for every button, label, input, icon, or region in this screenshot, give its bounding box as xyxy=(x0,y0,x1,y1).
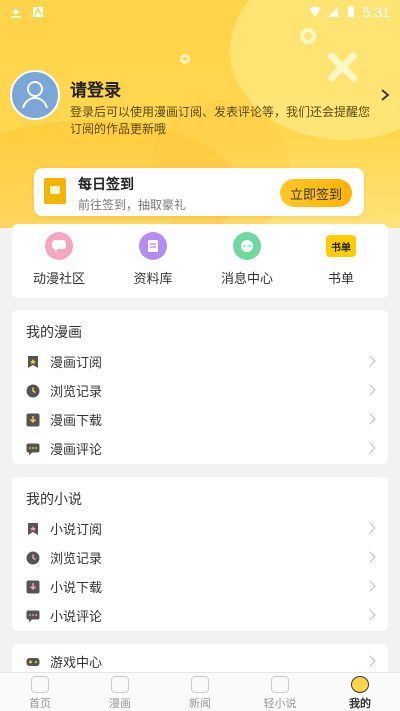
list-item-label: 小说订阅 xyxy=(50,523,103,538)
tab-label: 漫画 xyxy=(109,697,131,710)
library-icon xyxy=(139,232,167,260)
login-prompt[interactable]: 请登录 登录后可以使用漫画订阅、发表评论等，我们还会提醒您订阅的作品更新哦 xyxy=(10,68,390,138)
list-item-label: 浏览记录 xyxy=(50,552,103,567)
list-item-novel-history[interactable]: 浏览记录 xyxy=(12,543,388,572)
login-title[interactable]: 请登录 xyxy=(70,76,121,101)
sign-in-title: 每日签到 xyxy=(78,177,134,193)
profile-icon xyxy=(351,676,369,693)
battery-icon xyxy=(347,6,354,17)
tab-home[interactable]: 首页 xyxy=(0,673,80,711)
news-icon xyxy=(191,676,209,693)
tab-label: 我的 xyxy=(349,697,371,710)
chevron-right-icon xyxy=(364,655,376,667)
chevron-right-icon xyxy=(364,355,376,367)
booklist-icon: 书单 xyxy=(326,235,356,257)
list-item-novel-subscriptions[interactable]: 小说订阅 xyxy=(12,514,388,543)
list-item-novel-comments[interactable]: 小说评论 xyxy=(12,601,388,630)
history-icon xyxy=(26,384,40,397)
quick-item-booklist[interactable]: 书单 书单 xyxy=(294,224,388,298)
home-icon xyxy=(31,676,49,693)
chevron-right-icon xyxy=(364,580,376,592)
list-item-label: 漫画评论 xyxy=(50,443,103,458)
download-notification-icon xyxy=(11,7,21,18)
quick-item-label: 动漫社区 xyxy=(32,272,85,287)
list-item-label: 浏览记录 xyxy=(50,385,103,400)
section-title: 我的漫画 xyxy=(26,325,82,341)
my-novels-section: 我的小说 小说订阅 浏览记录 小说下载 小说评论 xyxy=(12,477,388,631)
download-icon xyxy=(26,413,40,426)
chevron-right-icon[interactable] xyxy=(378,88,392,102)
tab-label: 首页 xyxy=(29,697,51,710)
calendar-icon xyxy=(44,178,66,204)
quick-item-label: 书单 xyxy=(327,272,354,287)
decorative-circle-icon xyxy=(300,28,316,44)
list-item-comic-history[interactable]: 浏览记录 xyxy=(12,376,388,405)
list-item-novel-downloads[interactable]: 小说下载 xyxy=(12,572,388,601)
my-comics-section: 我的漫画 漫画订阅 浏览记录 漫画下载 漫画评论 xyxy=(12,310,388,464)
novel-icon xyxy=(271,676,289,693)
comic-icon xyxy=(111,676,129,693)
avatar[interactable] xyxy=(10,70,60,120)
user-icon xyxy=(22,81,48,109)
app-notification-icon xyxy=(33,7,43,17)
login-description: 登录后可以使用漫画订阅、发表评论等，我们还会提醒您订阅的作品更新哦 xyxy=(70,105,371,136)
chevron-right-icon xyxy=(364,551,376,563)
quick-item-community[interactable]: 动漫社区 xyxy=(12,224,106,298)
chevron-right-icon xyxy=(364,384,376,396)
list-item-label: 漫画订阅 xyxy=(50,356,103,371)
list-item-comic-subscriptions[interactable]: 漫画订阅 xyxy=(12,347,388,376)
quick-item-library[interactable]: 资料库 xyxy=(106,224,200,298)
tab-comics[interactable]: 漫画 xyxy=(80,673,160,711)
section-title: 我的小说 xyxy=(26,492,82,508)
list-item-comic-downloads[interactable]: 漫画下载 xyxy=(12,405,388,434)
tab-label: 轻小说 xyxy=(263,697,297,710)
bookmark-icon xyxy=(28,522,38,535)
chevron-right-icon xyxy=(364,442,376,454)
tab-light-novels[interactable]: 轻小说 xyxy=(240,673,320,711)
list-item-label: 漫画下载 xyxy=(50,414,103,429)
list-item-label: 游戏中心 xyxy=(50,656,103,671)
quick-menu: 动漫社区 资料库 消息中心 书单 书单 xyxy=(12,224,388,298)
tab-news[interactable]: 新闻 xyxy=(160,673,240,711)
tab-mine[interactable]: 我的 xyxy=(320,673,400,711)
chevron-right-icon xyxy=(364,609,376,621)
history-icon xyxy=(26,551,40,564)
community-icon xyxy=(45,232,73,260)
status-bar: 5:31 xyxy=(0,0,400,24)
signal-icon xyxy=(327,7,338,17)
decorative-circle-icon xyxy=(180,54,190,64)
game-icon xyxy=(26,657,40,666)
download-icon xyxy=(26,580,40,593)
daily-sign-in-card[interactable]: 每日签到 前往签到，抽取豪礼 立即签到 xyxy=(34,168,364,216)
bookmark-icon xyxy=(28,355,38,368)
chevron-right-icon xyxy=(364,522,376,534)
sign-in-subtitle: 前往签到，抽取豪礼 xyxy=(78,198,187,212)
quick-item-messages[interactable]: 消息中心 xyxy=(200,224,294,298)
quick-item-label: 资料库 xyxy=(133,272,173,287)
quick-item-label: 消息中心 xyxy=(220,272,273,287)
tab-label: 新闻 xyxy=(189,697,211,710)
sign-in-button[interactable]: 立即签到 xyxy=(280,179,352,207)
list-item-label: 小说下载 xyxy=(50,581,103,596)
message-icon xyxy=(233,232,261,260)
wifi-icon xyxy=(308,6,321,17)
clock: 5:31 xyxy=(362,4,390,20)
comment-icon xyxy=(26,610,40,622)
list-item-label: 小说评论 xyxy=(50,610,103,625)
chevron-right-icon xyxy=(364,413,376,425)
list-item-comic-comments[interactable]: 漫画评论 xyxy=(12,434,388,463)
comment-icon xyxy=(26,443,40,455)
bottom-navigation: 首页 漫画 新闻 轻小说 我的 xyxy=(0,672,400,711)
